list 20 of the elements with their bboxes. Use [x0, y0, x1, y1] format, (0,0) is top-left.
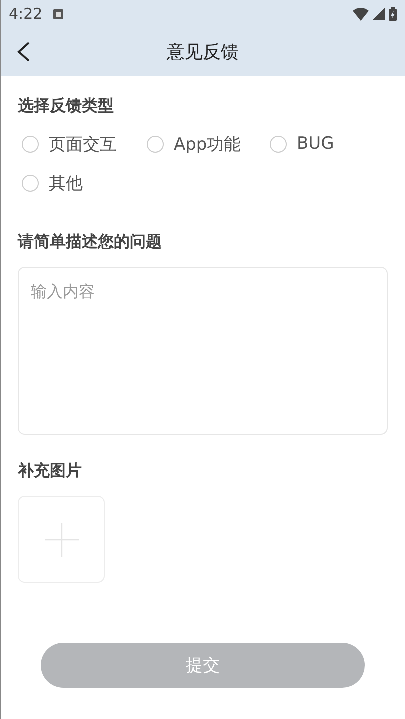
- radio-option[interactable]: BUG: [270, 131, 334, 157]
- description-field[interactable]: 输入内容: [18, 267, 388, 435]
- status-time: 4:22: [9, 5, 43, 23]
- radio-option[interactable]: 其他: [22, 170, 83, 196]
- keyboard-icon: [52, 8, 64, 20]
- wifi-icon: [353, 8, 369, 20]
- radio-button[interactable]: [270, 136, 287, 152]
- radio-option[interactable]: App功能: [147, 131, 242, 157]
- add-image-button[interactable]: [18, 496, 105, 583]
- section-heading: 请简单描述您的问题: [18, 232, 163, 253]
- radio-button[interactable]: [22, 136, 39, 152]
- radio-option[interactable]: 页面交互: [22, 131, 117, 157]
- signal-icon: [373, 8, 385, 20]
- plus-icon: [44, 522, 78, 556]
- page-title: 意见反馈: [167, 41, 239, 64]
- section-heading: 选择反馈类型: [18, 96, 115, 117]
- radio-button[interactable]: [147, 136, 164, 152]
- battery-icon: [389, 7, 397, 21]
- radio-button[interactable]: [22, 174, 39, 192]
- section-heading: 补充图片: [18, 461, 83, 482]
